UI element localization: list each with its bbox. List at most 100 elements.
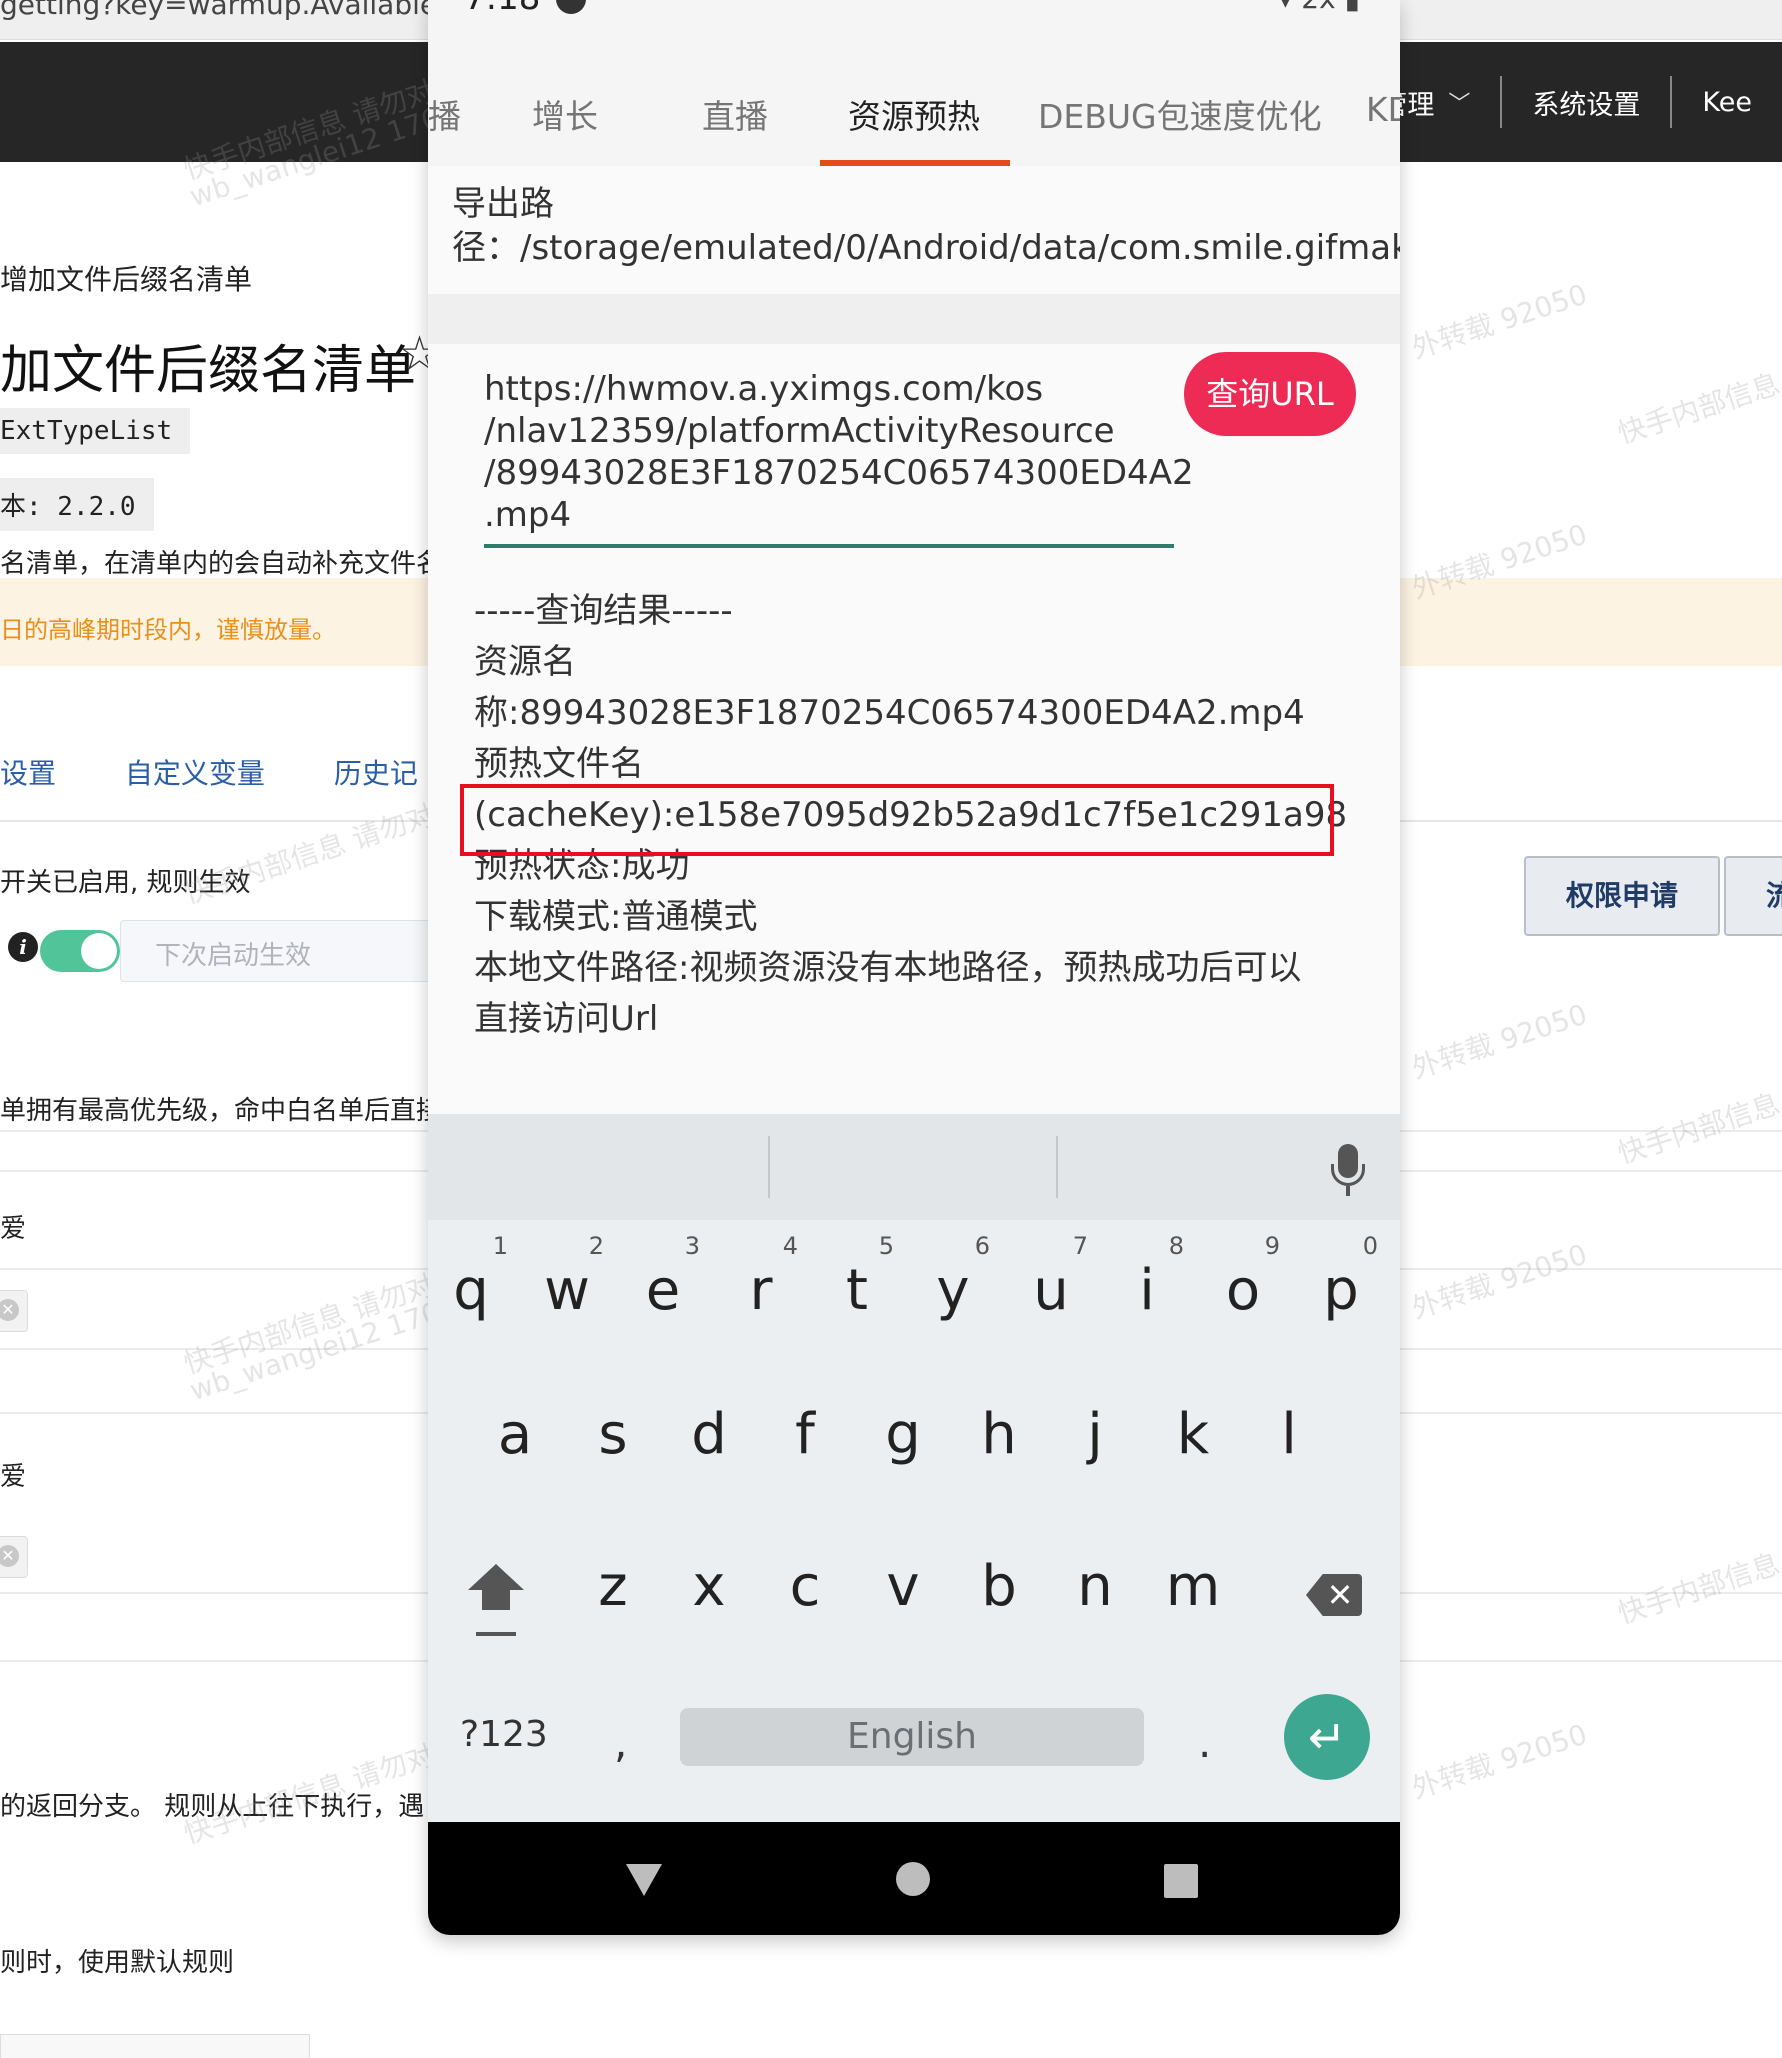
cache-key-highlight-box xyxy=(460,784,1334,856)
result-download-mode: 下载模式:普通模式 xyxy=(474,897,758,937)
key-x[interactable]: x xyxy=(664,1554,754,1619)
browser-url-text: getting?key=warmup.AvailableExt xyxy=(0,0,483,21)
export-path-text: 导出路径：/storage/emulated/0/Android/data/co… xyxy=(452,184,1400,268)
watermark: 快手内部信息 请勿对外转载 xyxy=(1613,1032,1782,1171)
key-d[interactable]: d xyxy=(664,1402,754,1467)
key-f[interactable]: f xyxy=(760,1402,850,1467)
export-path-section: 导出路径：/storage/emulated/0/Android/data/co… xyxy=(428,166,1400,294)
watermark: 外转载 92050 xyxy=(1407,1717,1592,1806)
key-q[interactable]: 1q xyxy=(428,1232,516,1323)
status-bar: 7:18 ▾ 2x ▮ xyxy=(428,0,1400,52)
breadcrumb[interactable]: 增加文件后缀名清单 xyxy=(0,258,252,298)
enter-key[interactable]: ↵ xyxy=(1284,1694,1370,1780)
result-cache-label: 预热文件名 xyxy=(474,744,644,784)
nav-recents-icon[interactable] xyxy=(1164,1864,1198,1898)
key-y[interactable]: 6y xyxy=(908,1232,998,1323)
result-local-path: 本地文件路径:视频资源没有本地路径，预热成功后可以 xyxy=(474,948,1302,988)
key-l[interactable]: l xyxy=(1244,1402,1334,1467)
key-z[interactable]: z xyxy=(568,1554,658,1619)
chevron-down-icon: ﹀ xyxy=(1448,92,1471,117)
key-space[interactable]: English xyxy=(680,1708,1144,1766)
version-badge: 本: 2.2.0 xyxy=(0,478,154,531)
warning-text: 日的高峰期时段内，谨慎放量。 xyxy=(0,616,336,644)
section-gap xyxy=(428,294,1400,344)
tab-resource-warmup[interactable]: 资源预热 xyxy=(848,90,980,138)
watermark: 快手内部信息 请勿对外转载 xyxy=(1613,1492,1782,1631)
next-start-field[interactable]: 下次启动生效 xyxy=(120,920,450,982)
suggestion-divider xyxy=(1056,1136,1058,1198)
row-label-1: 爱 xyxy=(0,1214,27,1244)
nav-back-icon[interactable] xyxy=(626,1864,662,1896)
watermark: 外转载 92050 xyxy=(1407,1237,1592,1326)
key-a[interactable]: a xyxy=(470,1402,560,1467)
url-input-underline xyxy=(484,544,1174,548)
next-start-text: 下次启动生效 xyxy=(155,941,312,971)
page-title: 加文件后缀名清单 xyxy=(0,341,417,401)
bottom-input[interactable] xyxy=(0,2034,310,2058)
key-symbols[interactable]: ?123 xyxy=(460,1714,548,1755)
tab-settings[interactable]: 设置 xyxy=(0,757,56,790)
soft-keyboard: 1q 2w 3e 4r 5t 6y 7u 8i 9o 0p a s d f g … xyxy=(428,1114,1400,1822)
tab-history[interactable]: 历史记 xyxy=(334,757,418,790)
key-comma[interactable]: , xyxy=(614,1718,627,1767)
key-v[interactable]: v xyxy=(858,1554,948,1619)
branch-note: 的返回分支。 规则从上往下执行，遇 xyxy=(0,1792,425,1822)
key-k[interactable]: k xyxy=(1148,1402,1238,1467)
key-c[interactable]: c xyxy=(760,1554,850,1619)
key-r[interactable]: 4r xyxy=(716,1232,806,1323)
tab-kd-partial[interactable]: KD xyxy=(1366,90,1400,129)
key-s[interactable]: s xyxy=(568,1402,658,1467)
permission-apply-button[interactable]: 权限申请 xyxy=(1524,856,1720,936)
shift-icon[interactable] xyxy=(468,1564,524,1644)
default-rule-note: 则时，使用默认规则 xyxy=(0,1948,235,1978)
suggestion-divider xyxy=(768,1136,770,1198)
notification-icon xyxy=(556,0,586,14)
config-description: 名清单，在清单内的会自动补充文件名 xyxy=(0,549,443,579)
suggestion-strip xyxy=(428,1114,1400,1220)
watermark: 外转载 92050 xyxy=(1407,997,1592,1086)
key-w[interactable]: 2w xyxy=(522,1232,612,1323)
nav-system-settings[interactable]: 系统设置 xyxy=(1500,76,1670,128)
query-url-button[interactable]: 查询URL xyxy=(1184,352,1356,436)
status-time: 7:18 xyxy=(464,0,540,18)
key-b[interactable]: b xyxy=(954,1554,1044,1619)
clear-icon[interactable]: ✕ xyxy=(0,1536,28,1578)
key-m[interactable]: m xyxy=(1148,1554,1238,1619)
key-period[interactable]: . xyxy=(1198,1718,1211,1767)
key-t[interactable]: 5t xyxy=(812,1232,902,1323)
microphone-icon-stand xyxy=(1331,1164,1365,1186)
tab-custom-variables[interactable]: 自定义变量 xyxy=(125,757,265,790)
key-h[interactable]: h xyxy=(954,1402,1044,1467)
enable-toggle[interactable] xyxy=(40,930,120,972)
result-header: -----查询结果----- xyxy=(474,591,733,631)
web-tabs: 设置 自定义变量 历史记 xyxy=(0,752,478,792)
key-o[interactable]: 9o xyxy=(1198,1232,1288,1323)
tab-live[interactable]: 直播 xyxy=(702,90,768,138)
tab-debug-speed[interactable]: DEBUG包速度优化 xyxy=(1038,90,1322,138)
whitelist-note: 单拥有最高优先级，命中白名单后直接 xyxy=(0,1096,443,1126)
result-local-path-2: 直接访问Url xyxy=(474,999,659,1039)
key-n[interactable]: n xyxy=(1050,1554,1140,1619)
info-icon[interactable]: i xyxy=(8,932,38,962)
url-input[interactable]: https://hwmov.a.yximgs.com/kos /nlav1235… xyxy=(484,368,1194,536)
switch-status-text: 开关已启用, 规则生效 xyxy=(0,868,251,898)
flow-button[interactable]: 流 xyxy=(1724,856,1782,936)
microphone-icon-foot xyxy=(1346,1186,1350,1196)
row-label-2: 爱 xyxy=(0,1462,27,1492)
watermark: 外转载 92050 xyxy=(1407,277,1592,366)
key-i[interactable]: 8i xyxy=(1102,1232,1192,1323)
key-e[interactable]: 3e xyxy=(618,1232,708,1323)
tab-live-partial[interactable]: 播 xyxy=(428,90,461,138)
key-j[interactable]: j xyxy=(1050,1402,1140,1467)
clear-icon[interactable]: ✕ xyxy=(0,1290,28,1332)
key-p[interactable]: 0p xyxy=(1296,1232,1386,1323)
nav-home-icon[interactable] xyxy=(896,1862,930,1896)
key-u[interactable]: 7u xyxy=(1006,1232,1096,1323)
key-g[interactable]: g xyxy=(858,1402,948,1467)
nav-kee[interactable]: Kee xyxy=(1670,76,1782,128)
watermark: 快手内部信息 请勿对外转载 xyxy=(1613,312,1782,451)
result-name-value: 称:89943028E3F1870254C06574300ED4A2.mp4 xyxy=(474,693,1305,733)
backspace-icon[interactable]: ✕ xyxy=(1306,1574,1362,1616)
phone-screenshot: 7:18 ▾ 2x ▮ 播 增长 直播 资源预热 DEBUG包速度优化 KD 导… xyxy=(428,0,1400,1935)
tab-growth[interactable]: 增长 xyxy=(532,90,598,138)
